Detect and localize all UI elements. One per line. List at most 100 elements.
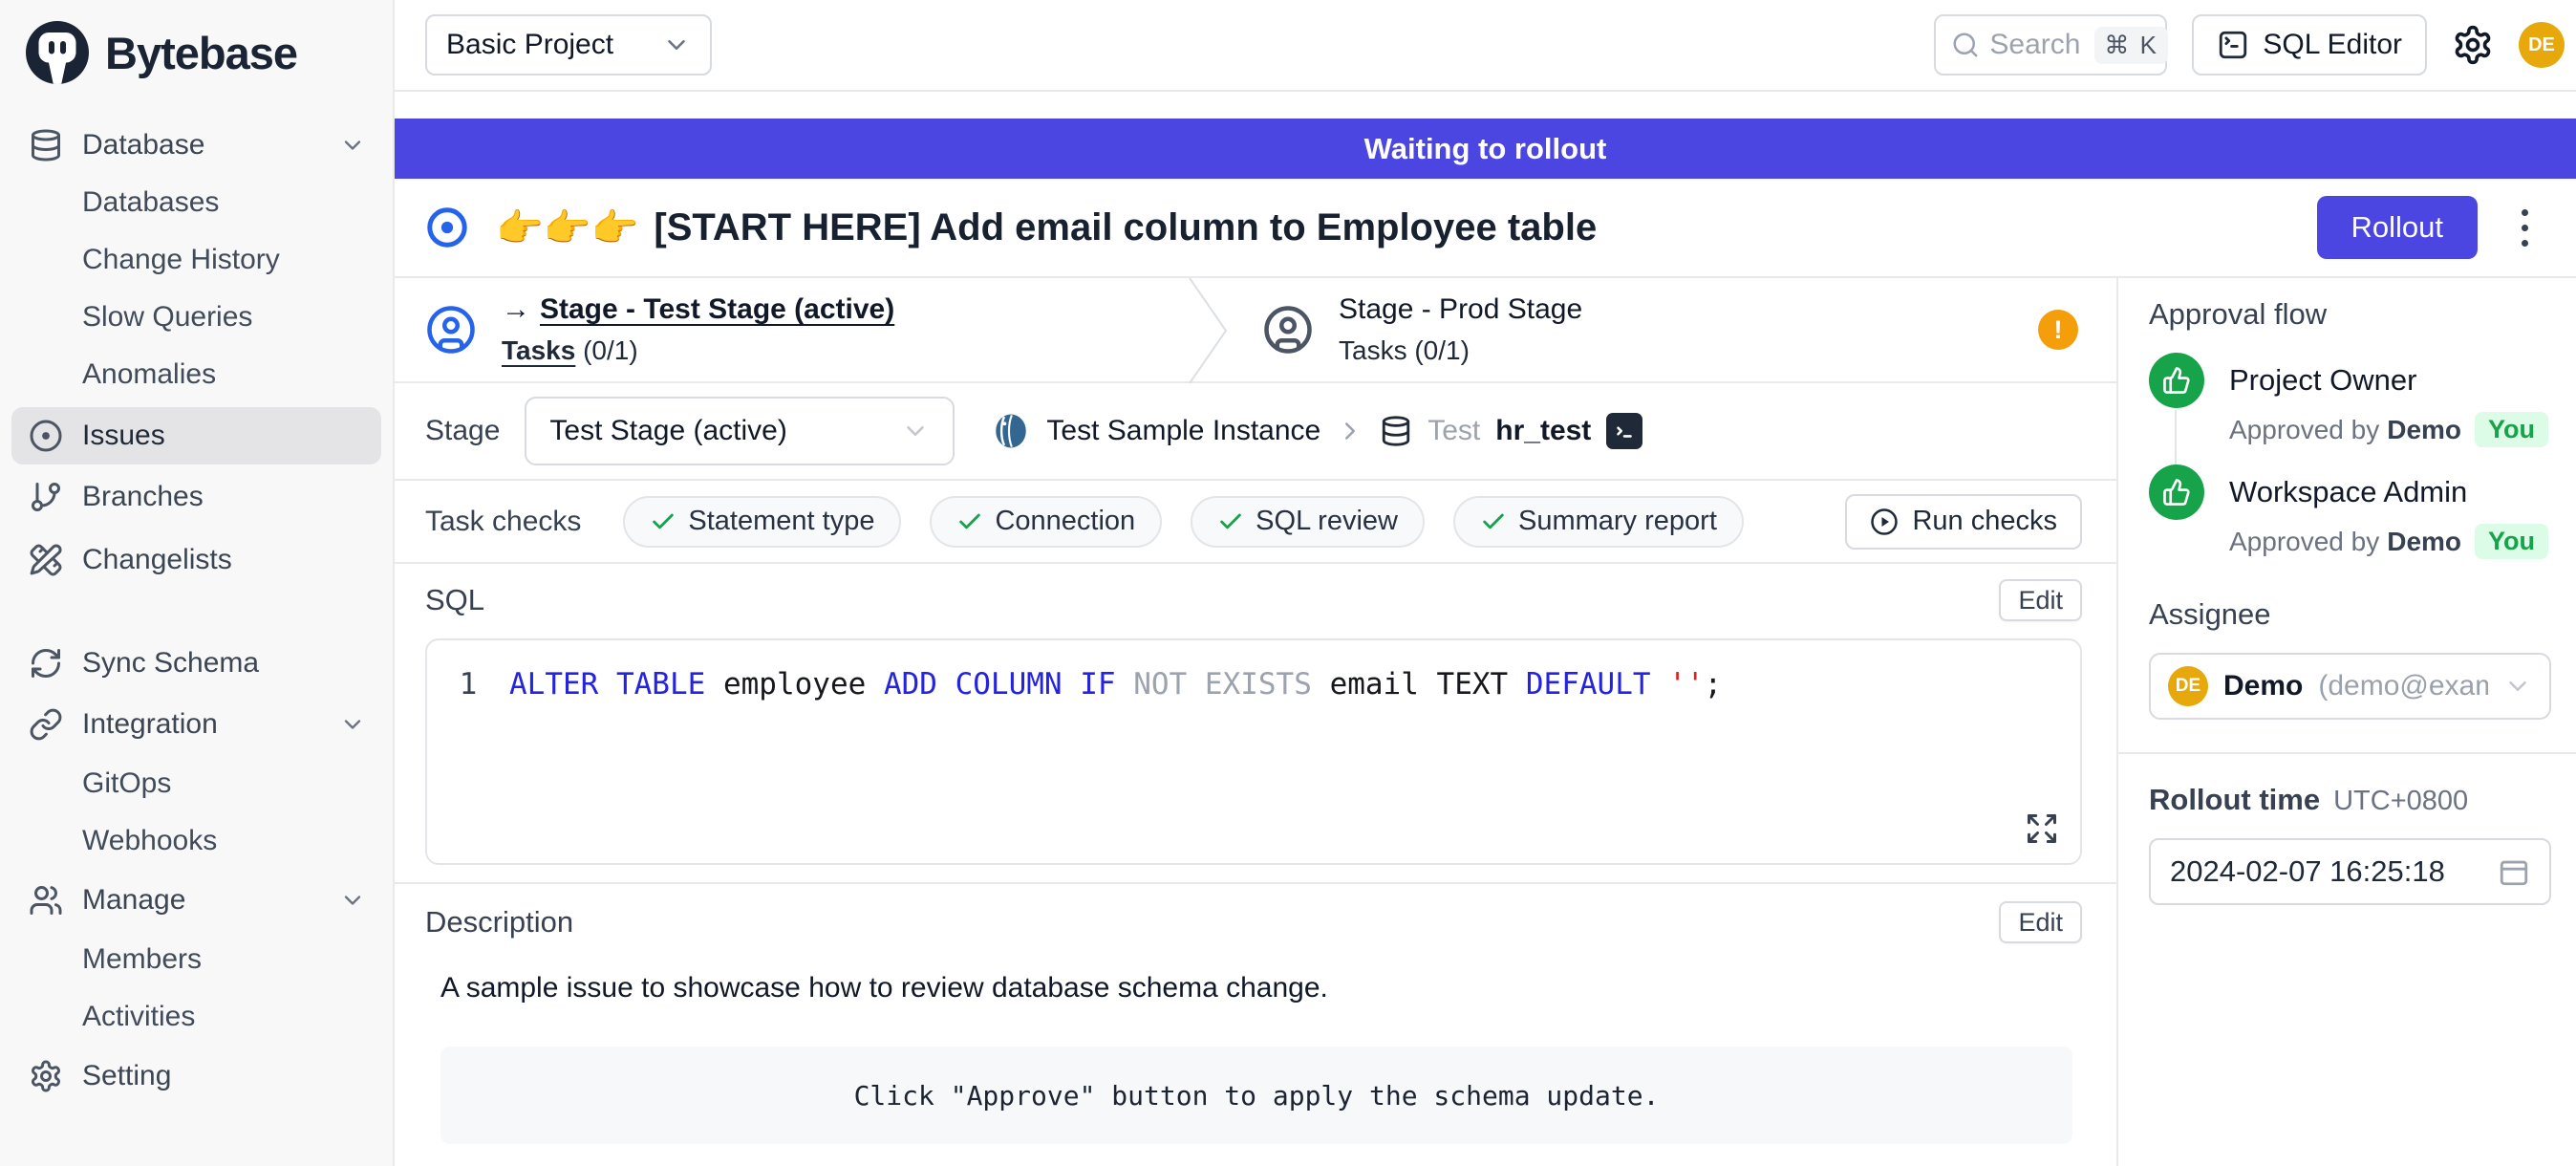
assignee-select[interactable]: DE Demo (demo@example [2149, 653, 2551, 720]
brand-logo[interactable]: Bytebase [0, 0, 393, 92]
description-section: Description Edit A sample issue to showc… [395, 884, 2116, 1144]
sidebar-item-members[interactable]: Members [11, 931, 381, 988]
sidebar-item-label: Change History [82, 244, 280, 276]
sidebar-item-setting[interactable]: Setting [11, 1047, 381, 1105]
sidebar-item-issues[interactable]: Issues [11, 407, 381, 464]
stage-tab-prod[interactable]: Stage - Prod Stage Tasks (0/1) ! [1232, 278, 2116, 381]
postgresql-icon [991, 411, 1031, 451]
stage-tab-test[interactable]: → Stage - Test Stage (active) Tasks (0/1… [395, 278, 1188, 381]
sidebar-item-label: Manage [82, 884, 185, 917]
sidebar-item-anomalies[interactable]: Anomalies [11, 346, 381, 403]
sidebar-item-label: Issues [82, 420, 165, 452]
approval-step: Project Owner Approved by Demo You [2149, 353, 2549, 447]
search-input[interactable] [1989, 29, 2085, 61]
sql-token: ALTER TABLE [509, 665, 723, 703]
sidebar-item-integration[interactable]: Integration [11, 696, 381, 753]
chevron-down-icon [2503, 672, 2532, 701]
assignee-email: (demo@example [2318, 670, 2488, 702]
kebab-menu-icon[interactable] [2516, 204, 2534, 252]
rollout-button[interactable]: Rollout [2317, 196, 2479, 259]
check-sql-review[interactable]: SQL review [1191, 496, 1425, 548]
person-circle-icon [425, 304, 477, 356]
check-icon [1217, 508, 1244, 535]
circle-dot-icon [29, 419, 63, 453]
sidebar-item-manage[interactable]: Manage [11, 872, 381, 929]
bytebase-logo-icon [23, 18, 92, 87]
sidebar-item-label: Webhooks [82, 825, 217, 857]
sidebar-item-sync-schema[interactable]: Sync Schema [11, 635, 381, 692]
thumbs-up-icon [2149, 353, 2204, 408]
stage-select[interactable]: Test Stage (active) [525, 397, 955, 465]
run-checks-button[interactable]: Run checks [1845, 494, 2082, 550]
sidebar-item-changelists[interactable]: Changelists [11, 531, 381, 589]
project-selector[interactable]: Basic Project [425, 14, 712, 76]
check-icon [956, 508, 983, 535]
sidebar-item-activities[interactable]: Activities [11, 988, 381, 1046]
sql-code-line: 1 ALTER TABLE employee ADD COLUMN IF NOT… [427, 665, 2080, 703]
sidebar-item-label: Databases [82, 186, 219, 219]
check-summary-report[interactable]: Summary report [1453, 496, 1744, 548]
stage-name-link[interactable]: Stage - Test Stage (active) [540, 293, 894, 326]
sidebar-item-slow-queries[interactable]: Slow Queries [11, 289, 381, 346]
user-avatar[interactable]: DE [2519, 22, 2565, 68]
stage-tasks-label: Tasks [1339, 335, 1407, 365]
issue-title-row: 👉👉👉 [START HERE] Add email column to Emp… [395, 179, 2576, 278]
issue-status-icon [425, 205, 469, 249]
sidebar-item-database[interactable]: Database [11, 117, 381, 174]
sidebar-item-change-history[interactable]: Change History [11, 231, 381, 289]
check-statement-type[interactable]: Statement type [623, 496, 901, 548]
sidebar-item-databases[interactable]: Databases [11, 174, 381, 231]
stage-tasks-link[interactable]: Tasks [502, 335, 575, 365]
sidebar-item-branches[interactable]: Branches [11, 468, 381, 526]
rollout-time-input[interactable]: 2024-02-07 16:25:18 [2149, 838, 2551, 905]
chevron-right-icon [1336, 417, 1364, 445]
stage-separator [1188, 278, 1232, 383]
check-label: Summary report [1518, 506, 1717, 537]
stage-label: Stage [425, 415, 500, 447]
database-icon [29, 128, 63, 162]
stage-select-value: Test Stage (active) [549, 415, 786, 447]
sql-editor-button[interactable]: SQL Editor [2192, 14, 2427, 76]
approval-role: Project Owner [2229, 353, 2548, 408]
search-box[interactable]: ⌘ K [1934, 14, 2167, 76]
status-banner: Waiting to rollout [395, 119, 2576, 179]
database-breadcrumb: Test Sample Instance Test hr_test [991, 411, 1642, 451]
rollout-time-value: 2024-02-07 16:25:18 [2170, 854, 2445, 889]
sidebar-item-label: Integration [82, 708, 218, 741]
sidebar-item-webhooks[interactable]: Webhooks [11, 812, 381, 870]
open-sql-editor-icon[interactable] [1606, 413, 1642, 449]
sql-edit-button[interactable]: Edit [1999, 579, 2082, 621]
database-link[interactable]: hr_test [1495, 415, 1591, 447]
issue-title-text: [START HERE] Add email column to Employe… [654, 206, 1597, 249]
assignee-avatar: DE [2168, 666, 2208, 706]
stage-arrow: → [502, 293, 530, 326]
search-icon [1951, 31, 1980, 59]
pencil-ruler-icon [29, 543, 63, 577]
description-edit-button[interactable]: Edit [1999, 901, 2082, 943]
brand-name: Bytebase [105, 27, 297, 79]
attention-badge: ! [2038, 310, 2078, 350]
sidebar-item-label: Anomalies [82, 358, 216, 391]
check-icon [650, 508, 676, 535]
line-number: 1 [427, 665, 509, 703]
issue-side-panel: Approval flow Project Owner Approved by … [2116, 278, 2576, 1166]
approval-status: Approved by [2229, 527, 2379, 557]
git-branch-icon [29, 480, 63, 514]
sql-token: ; [1705, 665, 1723, 703]
search-shortcut-kbd: ⌘ K [2094, 27, 2168, 64]
check-label: SQL review [1256, 506, 1398, 537]
sql-code-editor[interactable]: 1 ALTER TABLE employee ADD COLUMN IF NOT… [425, 638, 2082, 865]
sql-token: email TEXT [1330, 665, 1526, 703]
sql-heading: SQL [425, 583, 484, 617]
description-heading: Description [425, 905, 573, 939]
panel-divider [2118, 752, 2576, 754]
sidebar-item-gitops[interactable]: GitOps [11, 755, 381, 812]
approval-flow: Project Owner Approved by Demo You Works… [2149, 353, 2549, 559]
sql-token: DEFAULT [1526, 665, 1668, 703]
project-selector-value: Basic Project [446, 29, 613, 61]
check-connection[interactable]: Connection [930, 496, 1162, 548]
settings-gear-icon[interactable] [2452, 24, 2494, 66]
instance-link[interactable]: Test Sample Instance [1046, 415, 1320, 447]
expand-icon[interactable] [2025, 811, 2059, 846]
terminal-icon [2217, 29, 2249, 61]
